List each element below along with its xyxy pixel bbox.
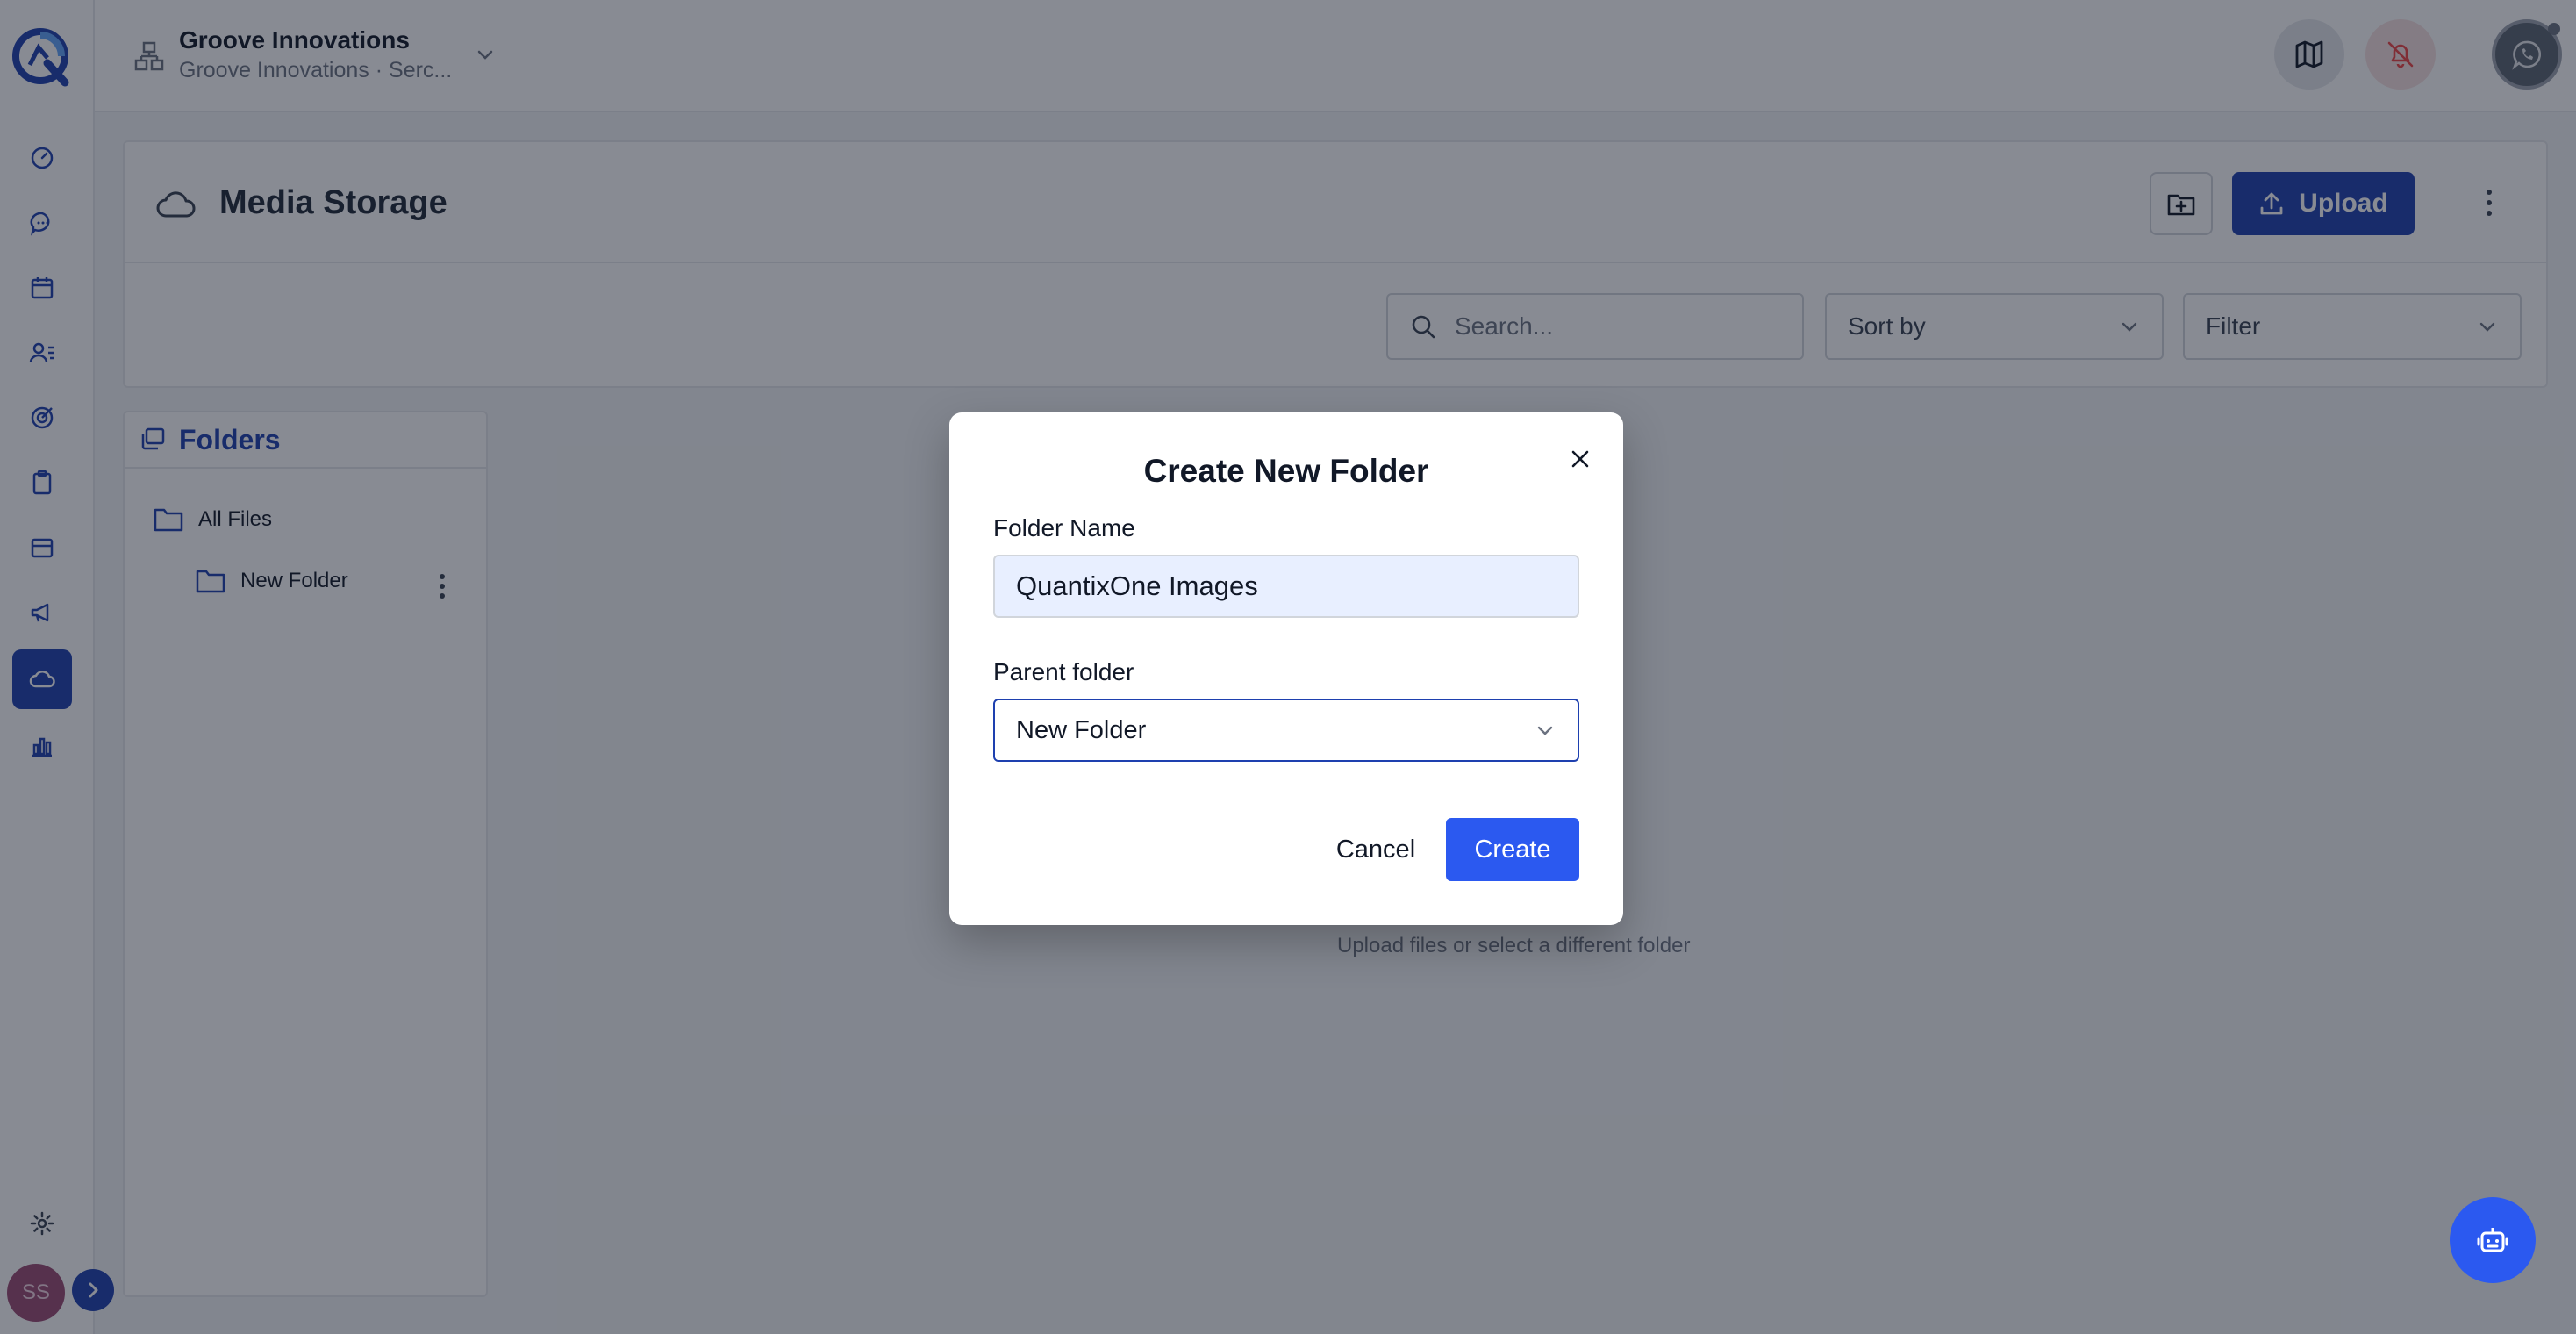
close-dialog-button[interactable] [1563,442,1597,476]
cancel-button[interactable]: Cancel [1314,818,1437,881]
chevron-down-icon [1537,726,1553,735]
assistant-bot-button[interactable] [2450,1197,2536,1283]
create-folder-dialog: Create New Folder Folder Name Parent fol… [949,412,1623,925]
close-icon [1571,450,1589,468]
folder-name-label: Folder Name [993,514,1135,541]
parent-folder-select[interactable]: New Folder [993,699,1579,762]
parent-folder-value: New Folder [1016,715,1147,744]
folder-name-input[interactable] [993,555,1579,618]
robot-icon [2477,1228,2508,1252]
create-button[interactable]: Create [1446,818,1579,881]
dialog-title: Create New Folder [1143,453,1429,489]
parent-folder-label: Parent folder [993,658,1134,685]
